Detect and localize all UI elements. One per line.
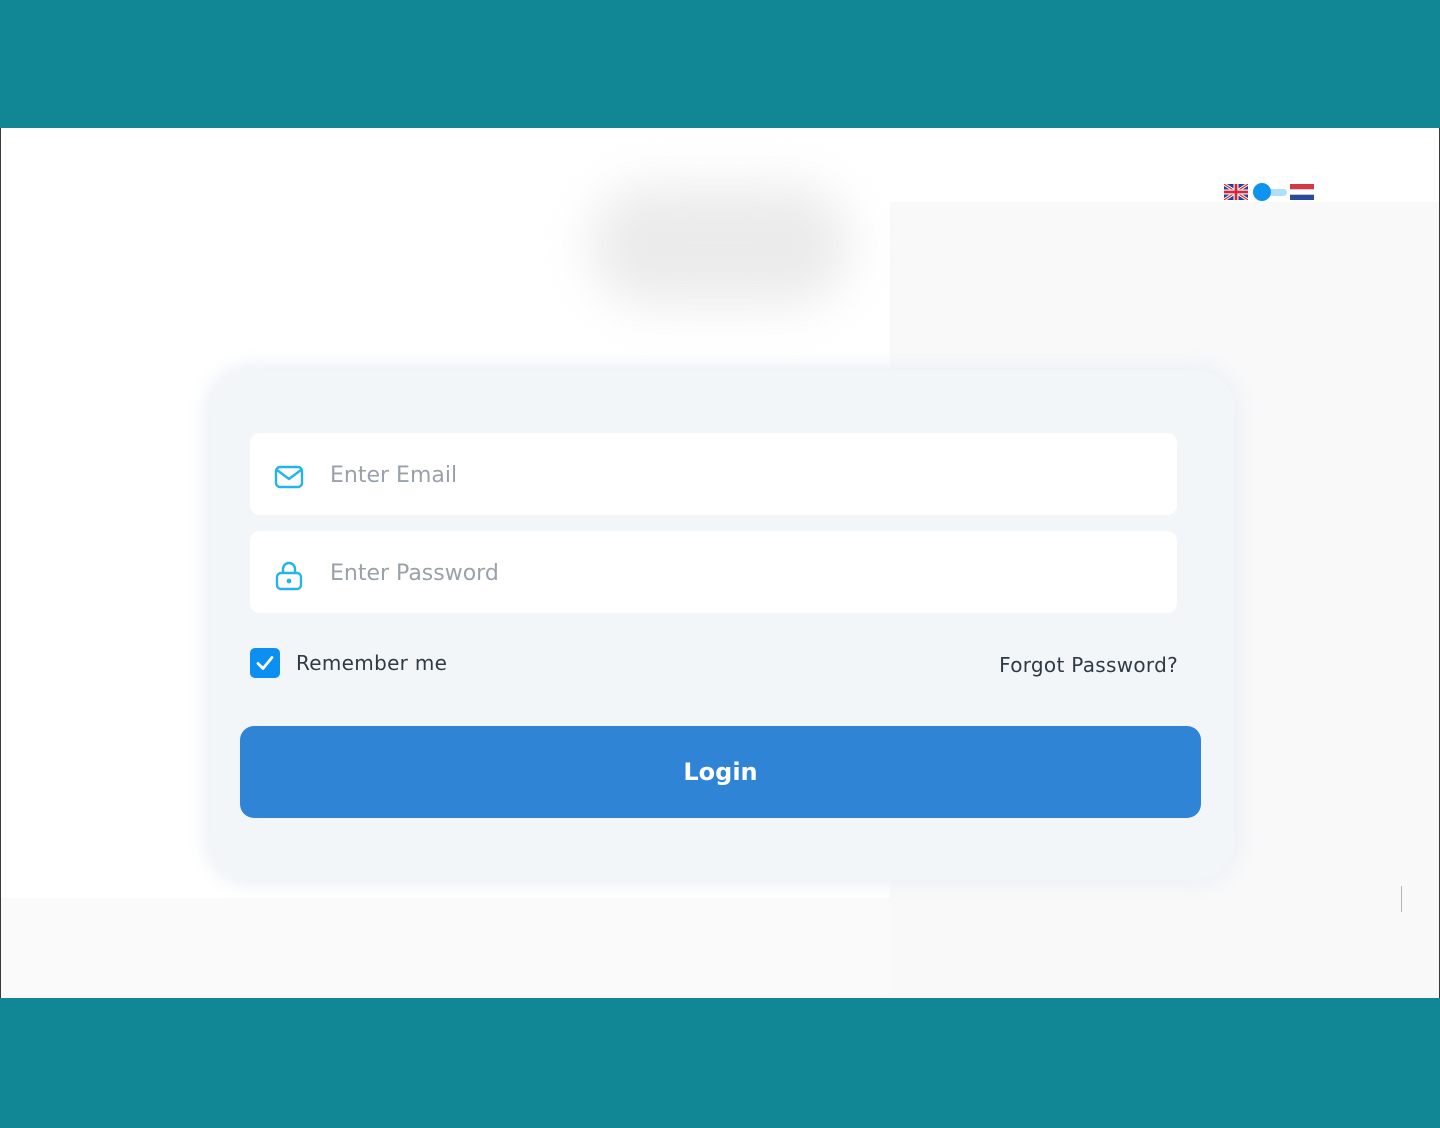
footer-band	[0, 998, 1440, 1128]
language-toggle[interactable]	[1224, 182, 1316, 202]
remember-me-label: Remember me	[296, 651, 448, 675]
login-card: Remember me Forgot Password? Login	[210, 370, 1235, 880]
window-border-left	[0, 128, 1, 998]
remember-me[interactable]: Remember me	[250, 648, 447, 678]
header-band	[0, 0, 1440, 128]
forgot-password-link[interactable]: Forgot Password?	[999, 653, 1178, 677]
remember-me-checkbox[interactable]	[250, 648, 280, 678]
checkmark-icon	[256, 656, 274, 670]
email-field[interactable]	[250, 433, 1177, 515]
language-switch[interactable]	[1249, 182, 1289, 202]
netherlands-flag-icon[interactable]	[1290, 184, 1314, 200]
switch-knob[interactable]	[1253, 183, 1271, 201]
uk-flag-icon[interactable]	[1224, 184, 1248, 200]
login-button[interactable]: Login	[240, 726, 1201, 818]
logo-blurred	[590, 185, 850, 305]
envelope-icon	[274, 465, 304, 489]
lock-icon	[275, 561, 303, 591]
email-input[interactable]	[328, 451, 1152, 499]
password-input[interactable]	[328, 549, 1152, 597]
password-field[interactable]	[250, 531, 1177, 613]
text-cursor	[1401, 886, 1402, 912]
